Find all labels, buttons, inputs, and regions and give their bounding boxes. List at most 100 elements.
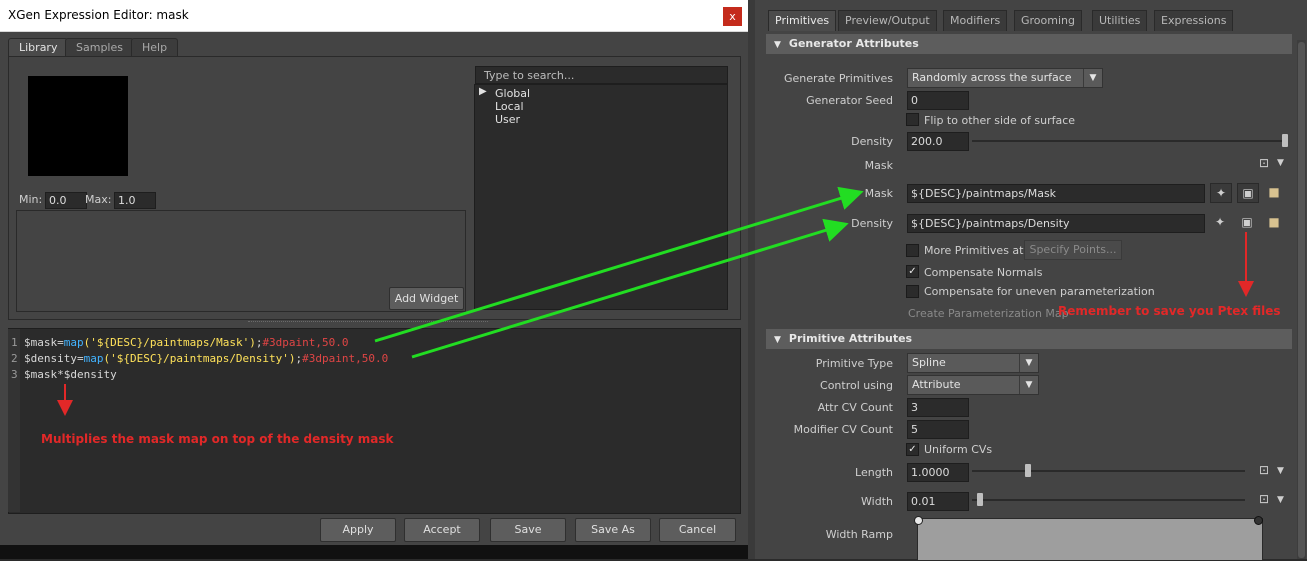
close-icon: x xyxy=(729,10,736,23)
max-field[interactable]: 1.0 xyxy=(114,192,156,209)
apply-button[interactable]: Apply xyxy=(320,518,396,542)
generate-primitives-dropdown[interactable]: Randomly across the surface ▼ xyxy=(907,68,1103,88)
compensate-normals-checkbox[interactable]: ✓ xyxy=(906,265,919,278)
save-icon[interactable]: ▣ xyxy=(1237,213,1257,231)
control-using-label: Control using xyxy=(820,379,893,392)
attr-cv-count-field[interactable]: 3 xyxy=(907,398,969,417)
mask-label: Mask xyxy=(864,187,893,200)
width-slider-handle[interactable] xyxy=(977,493,983,506)
length-field[interactable]: 1.0000 xyxy=(907,463,969,482)
generator-seed-field[interactable]: 0 xyxy=(907,91,969,110)
length-label: Length xyxy=(855,466,893,479)
max-label: Max: xyxy=(85,193,112,206)
expression-icon[interactable]: ⊡ xyxy=(1254,490,1274,508)
generator-attributes-section[interactable]: ▼ Generator Attributes xyxy=(766,34,1292,54)
ramp-point-handle[interactable] xyxy=(1254,516,1263,525)
primitive-attributes-section[interactable]: ▼ Primitive Attributes xyxy=(766,329,1292,349)
compensate-uneven-checkbox[interactable] xyxy=(906,285,919,298)
collapse-arrow-icon: ▼ xyxy=(774,40,781,50)
create-parameterization-button[interactable]: Create Parameterization Map xyxy=(908,307,1069,320)
primitive-type-dropdown[interactable]: Spline ▼ xyxy=(907,353,1039,373)
line-number: 2 xyxy=(11,352,18,365)
generate-primitives-label: Generate Primitives xyxy=(783,72,893,85)
accept-button[interactable]: Accept xyxy=(404,518,480,542)
control-using-dropdown[interactable]: Attribute ▼ xyxy=(907,375,1039,395)
uniform-cvs-checkbox[interactable]: ✓ xyxy=(906,443,919,456)
editor-title-bar[interactable]: XGen Expression Editor: mask xyxy=(0,0,748,32)
add-widget-button[interactable]: Add Widget xyxy=(389,287,464,310)
density-map-label: Density xyxy=(851,217,893,230)
length-slider[interactable] xyxy=(972,470,1245,472)
modifier-cv-count-label: Modifier CV Count xyxy=(793,423,893,436)
flip-side-checkbox[interactable] xyxy=(906,113,919,126)
save-icon[interactable]: ▣ xyxy=(1237,183,1259,203)
compensate-uneven-label: Compensate for uneven parameterization xyxy=(924,285,1155,298)
paint-brush-icon[interactable]: ✦ xyxy=(1210,213,1230,231)
generator-seed-label: Generator Seed xyxy=(806,94,893,107)
width-ramp-label: Width Ramp xyxy=(825,528,893,541)
tab-grooming[interactable]: Grooming xyxy=(1014,10,1082,31)
modifier-cv-count-field[interactable]: 5 xyxy=(907,420,969,439)
flip-side-label: Flip to other side of surface xyxy=(924,114,1076,127)
density-map-field[interactable]: ${DESC}/paintmaps/Density xyxy=(907,214,1205,233)
chevron-down-icon[interactable]: ▼ xyxy=(1277,495,1284,505)
expand-arrow-icon[interactable]: ▶ xyxy=(479,86,487,97)
tab-help[interactable]: Help xyxy=(131,38,179,56)
tree-item-user[interactable]: User xyxy=(495,113,520,126)
code-line-1[interactable]: $mask=map('${DESC}/paintmaps/Mask');#3dp… xyxy=(24,336,349,349)
more-primitives-label: More Primitives at xyxy=(924,244,1024,257)
tab-samples[interactable]: Samples xyxy=(65,38,134,56)
chevron-down-icon: ▼ xyxy=(1019,354,1038,372)
width-field[interactable]: 0.01 xyxy=(907,492,969,511)
length-slider-handle[interactable] xyxy=(1025,464,1031,477)
tab-primitives[interactable]: Primitives xyxy=(768,10,837,31)
annotation-save-ptex-note: Remember to save you Ptex files xyxy=(1058,304,1281,318)
library-search-input[interactable]: Type to search... xyxy=(475,66,728,84)
width-slider[interactable] xyxy=(972,499,1245,501)
more-primitives-checkbox[interactable] xyxy=(906,244,919,257)
ramp-point-handle[interactable] xyxy=(914,516,923,525)
section-title: Generator Attributes xyxy=(788,37,919,50)
panel-splitter[interactable] xyxy=(248,321,488,325)
chevron-down-icon: ▼ xyxy=(1019,376,1038,394)
line-number: 1 xyxy=(11,336,18,349)
code-line-2[interactable]: $density=map('${DESC}/paintmaps/Density'… xyxy=(24,352,388,365)
tab-utilities[interactable]: Utilities xyxy=(1092,10,1148,31)
tab-library[interactable]: Library xyxy=(8,38,69,56)
window-title: XGen Expression Editor: mask xyxy=(8,8,189,22)
tree-item-global[interactable]: Global xyxy=(495,87,530,100)
chevron-down-icon[interactable]: ▼ xyxy=(1277,158,1284,168)
tab-expressions[interactable]: Expressions xyxy=(1154,10,1234,31)
chevron-down-icon[interactable]: ▼ xyxy=(1277,466,1284,476)
min-field[interactable]: 0.0 xyxy=(45,192,87,209)
expression-icon[interactable]: ⊡ xyxy=(1254,154,1274,172)
density-slider-handle[interactable] xyxy=(1282,134,1288,147)
scrollbar-thumb[interactable] xyxy=(1298,42,1305,558)
collapse-arrow-icon: ▼ xyxy=(774,335,781,345)
width-ramp-editor[interactable] xyxy=(917,518,1263,561)
tree-item-local[interactable]: Local xyxy=(495,100,524,113)
folder-icon[interactable]: ■ xyxy=(1264,213,1284,231)
primitive-type-label: Primitive Type xyxy=(815,357,893,370)
dropdown-value: Attribute xyxy=(912,378,961,391)
paint-brush-icon[interactable]: ✦ xyxy=(1210,183,1232,203)
tab-modifiers[interactable]: Modifiers xyxy=(943,10,1008,31)
density-field[interactable]: 200.0 xyxy=(907,132,969,151)
tab-preview-output[interactable]: Preview/Output xyxy=(838,10,937,31)
code-line-3[interactable]: $mask*$density xyxy=(24,368,117,381)
expression-icon[interactable]: ⊡ xyxy=(1254,461,1274,479)
width-label: Width xyxy=(861,495,893,508)
density-label: Density xyxy=(851,135,893,148)
color-preview-swatch xyxy=(28,76,128,176)
specify-points-button[interactable]: Specify Points... xyxy=(1024,240,1122,260)
save-button[interactable]: Save xyxy=(490,518,566,542)
chevron-down-icon: ▼ xyxy=(1083,69,1102,87)
folder-icon[interactable]: ■ xyxy=(1264,183,1284,201)
save-as-button[interactable]: Save As xyxy=(575,518,651,542)
mask-map-field[interactable]: ${DESC}/paintmaps/Mask xyxy=(907,184,1205,203)
cancel-button[interactable]: Cancel xyxy=(659,518,736,542)
density-slider[interactable] xyxy=(972,140,1287,142)
mask-header-label: Mask xyxy=(864,159,893,172)
close-button[interactable]: x xyxy=(723,7,742,26)
min-label: Min: xyxy=(19,193,43,206)
